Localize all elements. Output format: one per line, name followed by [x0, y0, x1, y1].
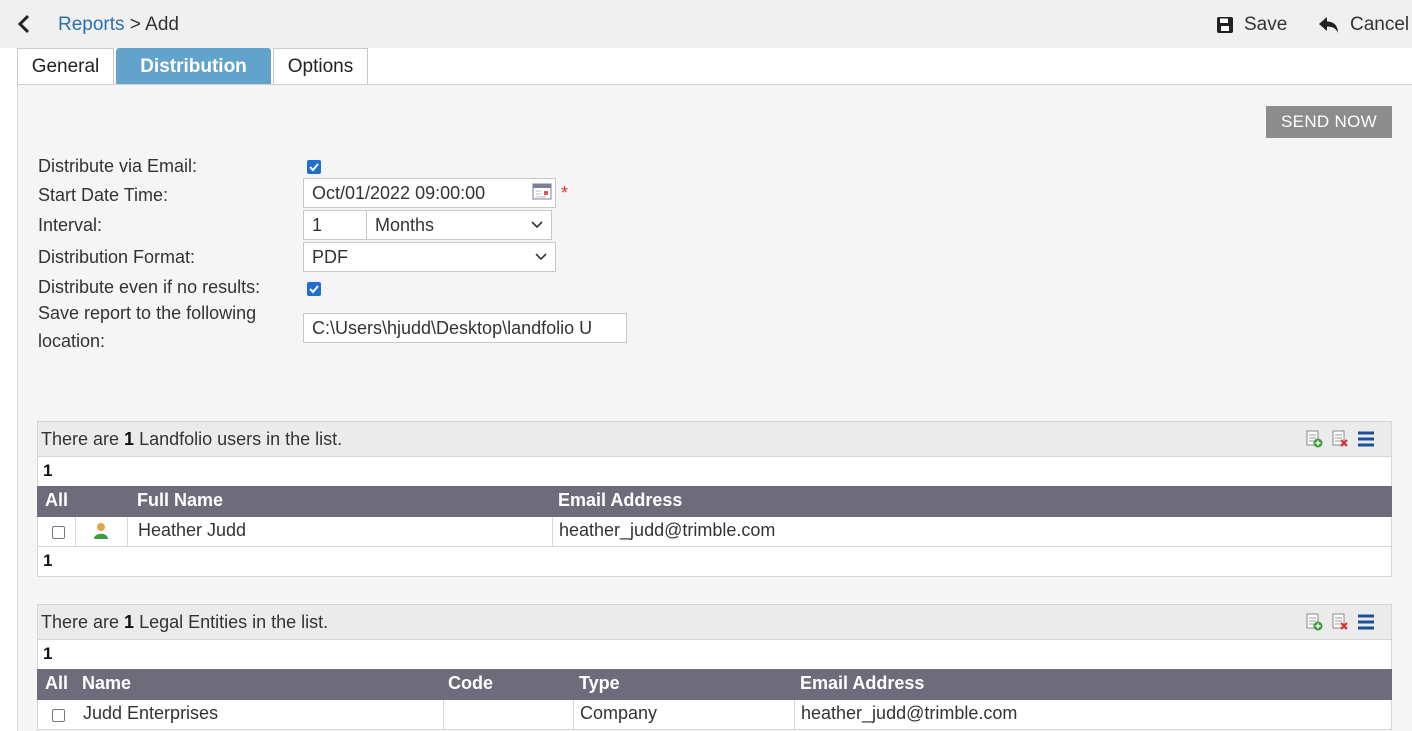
save-location-label-line1: Save report to the following	[38, 303, 257, 323]
entities-grid-pager-top[interactable]: 1	[37, 640, 1392, 670]
required-indicator: *	[561, 183, 569, 203]
table-row: Judd Enterprises Company heather_judd@tr…	[37, 700, 1392, 730]
entity-type: Company	[580, 703, 658, 723]
save-location-value: C:\Users\hjudd\Desktop\landfolio U	[312, 318, 593, 338]
menu-icon[interactable]	[1357, 614, 1375, 635]
entities-summary-suffix: Legal Entities in the list.	[134, 612, 329, 632]
user-email: heather_judd@trimble.com	[559, 520, 776, 540]
breadcrumb: Reports > Add	[58, 13, 179, 37]
back-arrow-icon[interactable]	[17, 13, 37, 35]
start-date-value: Oct/01/2022 09:00:00	[312, 183, 486, 203]
add-record-icon[interactable]	[1305, 613, 1323, 636]
users-summary-count: 1	[124, 429, 135, 449]
entities-grid-tools	[1305, 613, 1375, 636]
chevron-down-icon	[535, 253, 547, 261]
user-icon	[93, 522, 109, 544]
row-checkbox[interactable]	[52, 709, 65, 722]
add-record-icon[interactable]	[1305, 430, 1323, 453]
save-button[interactable]: Save	[1216, 12, 1287, 38]
users-grid-header: All Full Name Email Address	[37, 486, 1392, 517]
entities-grid-header: All Name Code Type Email Address	[37, 669, 1392, 700]
send-now-button[interactable]: SEND NOW	[1266, 106, 1392, 138]
entity-name[interactable]: Judd Enterprises	[83, 703, 218, 724]
users-grid-tools	[1305, 430, 1375, 453]
breadcrumb-separator: >	[124, 14, 146, 35]
save-location-input[interactable]: C:\Users\hjudd\Desktop\landfolio U	[303, 313, 627, 343]
user-full-name[interactable]: Heather Judd	[138, 520, 246, 541]
entities-col-all[interactable]: All	[45, 673, 68, 694]
cancel-label: Cancel	[1350, 14, 1410, 35]
entity-email: heather_judd@trimble.com	[801, 703, 1018, 723]
table-row: Heather Judd heather_judd@trimble.com	[37, 517, 1392, 547]
start-date-label: Start Date Time:	[38, 185, 169, 205]
users-col-all[interactable]: All	[45, 490, 68, 511]
users-summary-suffix: Landfolio users in the list.	[134, 429, 343, 449]
calendar-icon[interactable]	[532, 182, 552, 200]
tab-options[interactable]: Options	[273, 48, 368, 84]
users-grid-summary: There are 1 Landfolio users in the list.	[37, 421, 1392, 457]
distribute-email-label: Distribute via Email:	[38, 156, 198, 176]
save-location-label-line2: location:	[38, 331, 106, 351]
menu-icon[interactable]	[1357, 431, 1375, 452]
breadcrumb-reports-link[interactable]: Reports	[58, 14, 125, 35]
users-grid-pager-bottom[interactable]: 1	[37, 547, 1392, 577]
users-summary-prefix: There are	[41, 429, 125, 449]
entities-col-code[interactable]: Code	[448, 673, 493, 694]
users-grid-pager-top[interactable]: 1	[37, 457, 1392, 487]
no-results-label: Distribute even if no results:	[38, 277, 261, 297]
tab-general[interactable]: General	[17, 48, 114, 84]
users-col-full-name[interactable]: Full Name	[137, 490, 223, 511]
save-label: Save	[1244, 14, 1288, 35]
format-label: Distribution Format:	[38, 247, 196, 267]
entities-col-email[interactable]: Email Address	[800, 673, 924, 694]
format-value: PDF	[312, 247, 348, 267]
cancel-button[interactable]: Cancel	[1318, 12, 1409, 38]
entities-col-name[interactable]: Name	[82, 673, 131, 694]
breadcrumb-current: Add	[145, 14, 179, 35]
entities-summary-count: 1	[124, 612, 135, 632]
undo-arrow-icon	[1318, 16, 1340, 34]
interval-unit-value: Months	[375, 215, 435, 235]
chevron-down-icon	[531, 221, 543, 229]
interval-unit-select[interactable]: Months	[366, 210, 552, 240]
entities-grid-summary: There are 1 Legal Entities in the list.	[37, 604, 1392, 640]
interval-label: Interval:	[38, 215, 103, 235]
no-results-checkbox[interactable]	[307, 282, 321, 296]
distribute-email-checkbox[interactable]	[307, 160, 321, 174]
remove-record-icon[interactable]	[1331, 613, 1349, 636]
users-col-email[interactable]: Email Address	[558, 490, 682, 511]
format-select[interactable]: PDF	[303, 242, 556, 272]
floppy-disk-icon	[1216, 16, 1234, 34]
entities-col-type[interactable]: Type	[579, 673, 620, 694]
tab-distribution[interactable]: Distribution	[116, 48, 271, 84]
remove-record-icon[interactable]	[1331, 430, 1349, 453]
interval-number-input[interactable]: 1	[303, 210, 367, 240]
interval-value: 1	[312, 215, 323, 235]
top-bar: Reports > Add Save Cancel	[0, 0, 1412, 48]
start-date-input[interactable]: Oct/01/2022 09:00:00	[303, 178, 556, 208]
row-checkbox[interactable]	[52, 526, 65, 539]
entities-summary-prefix: There are	[41, 612, 125, 632]
